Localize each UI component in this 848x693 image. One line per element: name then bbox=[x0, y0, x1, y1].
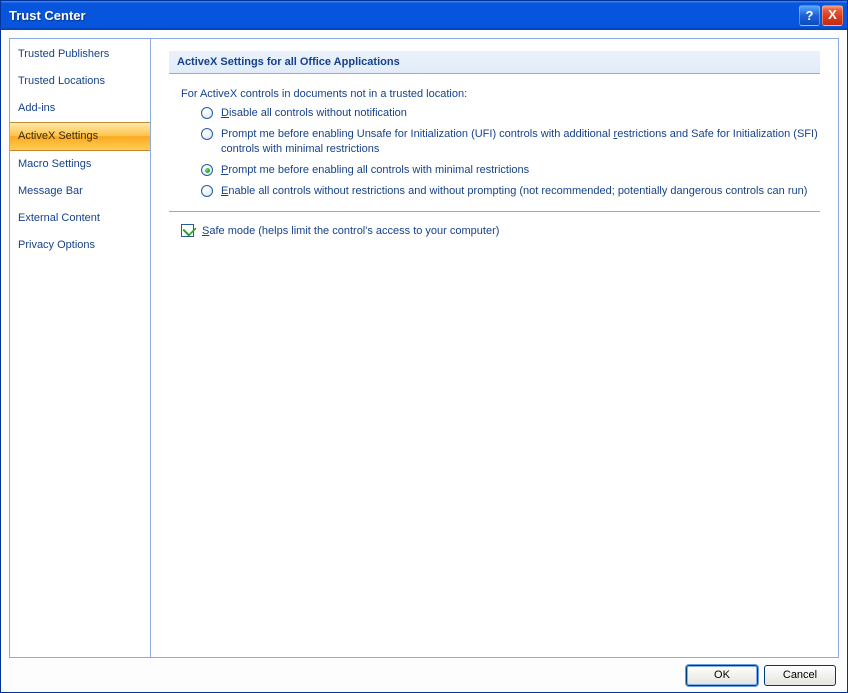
sidebar-item-label: Privacy Options bbox=[18, 239, 95, 251]
window-title: Trust Center bbox=[9, 8, 799, 23]
cancel-button[interactable]: Cancel bbox=[764, 665, 836, 686]
radio-prompt-ufi[interactable]: Prompt me before enabling Unsafe for Ini… bbox=[201, 127, 820, 157]
help-button[interactable]: ? bbox=[799, 5, 820, 26]
sidebar-item-label: Macro Settings bbox=[18, 158, 91, 170]
sidebar-item-trusted-publishers[interactable]: Trusted Publishers bbox=[10, 41, 150, 68]
radio-label: Prompt me before enabling all controls w… bbox=[221, 163, 820, 178]
sidebar-item-external-content[interactable]: External Content bbox=[10, 205, 150, 232]
sidebar-item-trusted-locations[interactable]: Trusted Locations bbox=[10, 68, 150, 95]
ok-button[interactable]: OK bbox=[686, 665, 758, 686]
radio-disable-all[interactable]: Disable all controls without notificatio… bbox=[201, 106, 820, 121]
trust-center-window: Trust Center ? X Trusted Publishers Trus… bbox=[0, 0, 848, 693]
panels: Trusted Publishers Trusted Locations Add… bbox=[9, 38, 839, 658]
checkbox-icon bbox=[181, 224, 194, 237]
sidebar-item-label: Trusted Locations bbox=[18, 75, 105, 87]
sidebar-item-add-ins[interactable]: Add-ins bbox=[10, 95, 150, 122]
intro-text: For ActiveX controls in documents not in… bbox=[181, 88, 820, 100]
close-button[interactable]: X bbox=[822, 5, 843, 26]
sidebar-item-message-bar[interactable]: Message Bar bbox=[10, 178, 150, 205]
radio-group-activex: Disable all controls without notificatio… bbox=[201, 106, 820, 199]
radio-label: Disable all controls without notificatio… bbox=[221, 106, 820, 121]
titlebar: Trust Center ? X bbox=[1, 1, 847, 30]
radio-icon bbox=[201, 164, 213, 176]
sidebar-item-label: ActiveX Settings bbox=[18, 130, 98, 142]
section-header: ActiveX Settings for all Office Applicat… bbox=[169, 51, 820, 74]
checkbox-safe-mode[interactable]: Safe mode (helps limit the control's acc… bbox=[181, 224, 820, 239]
radio-label: Prompt me before enabling Unsafe for Ini… bbox=[221, 127, 820, 157]
close-icon: X bbox=[828, 7, 837, 22]
sidebar: Trusted Publishers Trusted Locations Add… bbox=[9, 38, 151, 658]
sidebar-item-activex-settings[interactable]: ActiveX Settings bbox=[10, 122, 150, 151]
sidebar-item-label: Trusted Publishers bbox=[18, 48, 109, 60]
sidebar-item-privacy-options[interactable]: Privacy Options bbox=[10, 232, 150, 259]
titlebar-buttons: ? X bbox=[799, 5, 843, 26]
radio-icon bbox=[201, 128, 213, 140]
checkbox-label: Safe mode (helps limit the control's acc… bbox=[202, 224, 820, 239]
divider bbox=[169, 211, 820, 212]
sidebar-item-label: Add-ins bbox=[18, 102, 55, 114]
sidebar-item-label: Message Bar bbox=[18, 185, 83, 197]
dialog-footer: OK Cancel bbox=[9, 658, 839, 688]
content-panel: ActiveX Settings for all Office Applicat… bbox=[151, 38, 839, 658]
dialog-body: Trusted Publishers Trusted Locations Add… bbox=[1, 30, 847, 692]
help-icon: ? bbox=[806, 8, 814, 23]
sidebar-item-label: External Content bbox=[18, 212, 100, 224]
sidebar-item-macro-settings[interactable]: Macro Settings bbox=[10, 151, 150, 178]
radio-icon bbox=[201, 107, 213, 119]
radio-prompt-all[interactable]: Prompt me before enabling all controls w… bbox=[201, 163, 820, 178]
radio-icon bbox=[201, 185, 213, 197]
radio-enable-all[interactable]: Enable all controls without restrictions… bbox=[201, 184, 820, 199]
radio-label: Enable all controls without restrictions… bbox=[221, 184, 820, 199]
